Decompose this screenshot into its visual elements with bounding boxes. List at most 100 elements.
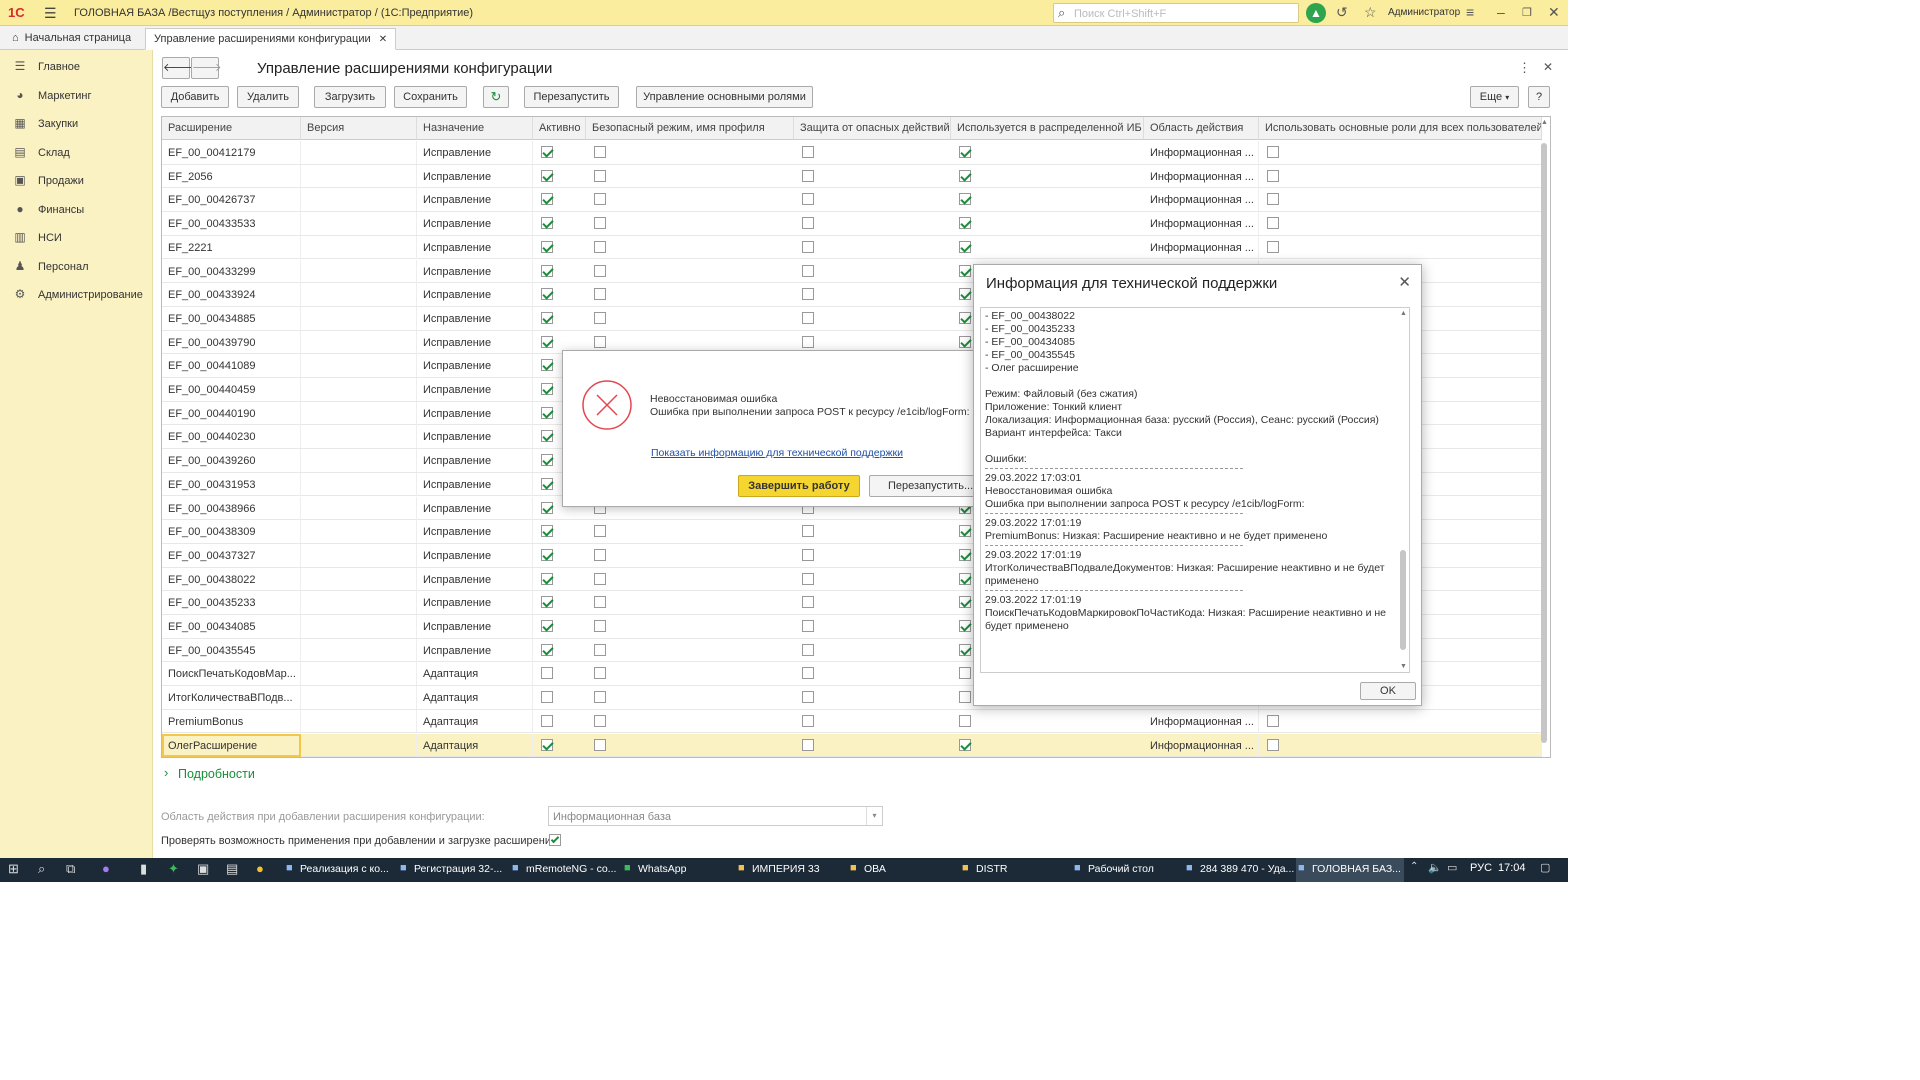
cell-version[interactable] (301, 141, 417, 164)
cell-scope[interactable]: Информационная ... (1144, 733, 1259, 757)
protection-checkbox[interactable] (802, 311, 814, 324)
cell-extension-name[interactable]: EF_00_00426737 (162, 188, 301, 212)
cell-purpose[interactable]: Исправление (417, 141, 533, 164)
distributed-checkbox[interactable] (959, 572, 971, 585)
distributed-checkbox[interactable] (959, 667, 971, 680)
safe-mode-checkbox[interactable] (594, 335, 606, 348)
safe-mode-checkbox[interactable] (594, 311, 606, 324)
sidebar-item-sales[interactable]: ▣ Продажи (0, 167, 153, 195)
cell-extension-name[interactable]: EF_00_00433299 (162, 259, 301, 283)
taskbar-app-button[interactable]: ■ ОВА (848, 858, 956, 882)
distributed-checkbox[interactable] (959, 548, 971, 561)
active-checkbox[interactable] (541, 477, 553, 490)
app-icon[interactable]: ▣ (197, 861, 209, 877)
cell-purpose[interactable]: Исправление (417, 354, 533, 378)
task-view-icon[interactable]: ⧉ (66, 861, 75, 877)
distributed-checkbox[interactable] (959, 620, 971, 632)
cell-extension-name[interactable]: EF_00_00434085 (162, 615, 301, 638)
notifications-icon[interactable]: ▲ (1306, 3, 1326, 23)
scroll-down-icon[interactable]: ▼ (1400, 663, 1407, 670)
details-group[interactable]: Подробности (178, 767, 255, 781)
active-checkbox[interactable] (541, 738, 553, 751)
active-checkbox[interactable] (541, 714, 553, 727)
sidebar-item-reference[interactable]: ▥ НСИ (0, 224, 153, 252)
safe-mode-checkbox[interactable] (594, 169, 606, 182)
search-icon[interactable]: ⌕ (38, 861, 45, 877)
cell-version[interactable] (301, 662, 417, 686)
cell-extension-name[interactable]: EF_00_00433533 (162, 212, 301, 236)
distributed-checkbox[interactable] (959, 596, 971, 609)
cell-extension-name[interactable]: EF_00_00439260 (162, 449, 301, 473)
active-checkbox[interactable] (541, 667, 553, 680)
user-name[interactable]: Администратор (1388, 7, 1460, 18)
protection-checkbox[interactable] (802, 738, 814, 751)
restart-dialog-button[interactable]: Перезапустить... (869, 475, 979, 497)
main-roles-checkbox[interactable] (1267, 146, 1279, 158)
safe-mode-checkbox[interactable] (594, 548, 606, 561)
column-header-purpose[interactable]: Назначение (417, 117, 533, 140)
protection-checkbox[interactable] (802, 714, 814, 727)
cell-extension-name[interactable]: ОлегРасширение (162, 733, 301, 757)
cell-scope[interactable]: Информационная ... (1144, 212, 1259, 236)
help-button[interactable]: ? (1528, 86, 1550, 108)
distributed-checkbox[interactable] (959, 288, 971, 301)
active-checkbox[interactable] (541, 311, 553, 324)
cell-extension-name[interactable]: EF_00_00435233 (162, 591, 301, 615)
sidebar-item-main[interactable]: ☰ Главное (0, 53, 153, 81)
language-indicator[interactable]: РУС (1470, 862, 1492, 874)
cell-scope[interactable]: Информационная ... (1144, 164, 1259, 188)
cell-extension-name[interactable]: EF_00_00438022 (162, 567, 301, 591)
cell-extension-name[interactable]: EF_2056 (162, 164, 301, 188)
protection-checkbox[interactable] (802, 667, 814, 680)
protection-checkbox[interactable] (802, 335, 814, 348)
distributed-checkbox[interactable] (959, 714, 971, 727)
cell-scope[interactable]: Информационная ... (1144, 188, 1259, 212)
sidebar-item-personnel[interactable]: ♟ Персонал (0, 253, 153, 281)
active-checkbox[interactable] (541, 620, 553, 632)
protection-checkbox[interactable] (802, 525, 814, 538)
safe-mode-checkbox[interactable] (594, 217, 606, 230)
text-scrollbar[interactable]: ▲ ▼ (1400, 310, 1407, 670)
scroll-up-icon[interactable]: ▲ (1400, 310, 1407, 317)
column-header-safe-mode[interactable]: Безопасный режим, имя профиля (586, 117, 794, 140)
active-checkbox[interactable] (541, 383, 553, 395)
main-roles-checkbox[interactable] (1267, 738, 1279, 751)
column-header-distributed[interactable]: Используется в распределенной ИБ (951, 117, 1144, 140)
main-roles-checkbox[interactable] (1267, 217, 1279, 230)
cell-version[interactable] (301, 188, 417, 212)
refresh-button[interactable]: ↻ (483, 86, 509, 108)
safe-mode-checkbox[interactable] (594, 240, 606, 253)
clock[interactable]: 17:04 (1498, 862, 1526, 874)
cell-purpose[interactable]: Исправление (417, 472, 533, 496)
protection-checkbox[interactable] (802, 572, 814, 585)
cell-version[interactable] (301, 449, 417, 473)
protection-checkbox[interactable] (802, 691, 814, 704)
safe-mode-checkbox[interactable] (594, 643, 606, 656)
network-icon[interactable]: ▭ (1447, 861, 1457, 874)
favorites-icon[interactable]: ☆ (1364, 4, 1377, 21)
cell-extension-name[interactable]: EF_00_00434885 (162, 306, 301, 330)
cell-scope[interactable]: Информационная ... (1144, 709, 1259, 733)
cell-purpose[interactable]: Исправление (417, 306, 533, 330)
distributed-checkbox[interactable] (959, 738, 971, 751)
distributed-checkbox[interactable] (959, 240, 971, 253)
cell-extension-name[interactable]: EF_00_00441089 (162, 354, 301, 378)
safe-mode-checkbox[interactable] (594, 572, 606, 585)
tab-extensions[interactable]: Управление расширениями конфигурации ✕ (145, 28, 397, 50)
cell-version[interactable] (301, 401, 417, 425)
cell-purpose[interactable]: Исправление (417, 330, 533, 354)
distributed-checkbox[interactable] (959, 643, 971, 656)
check-apply-checkbox[interactable] (549, 834, 561, 846)
details-chevron-icon[interactable]: › (164, 765, 168, 780)
cell-version[interactable] (301, 567, 417, 591)
scope-select[interactable]: Информационная база ▾ (548, 806, 883, 826)
table-row[interactable]: EF_00_00426737 Исправление Информационная … (162, 188, 1542, 213)
settings-menu-icon[interactable]: ≡ (1466, 4, 1474, 20)
safe-mode-checkbox[interactable] (594, 288, 606, 301)
active-checkbox[interactable] (541, 169, 553, 182)
active-checkbox[interactable] (541, 454, 553, 467)
column-header-version[interactable]: Версия (301, 117, 417, 140)
distributed-checkbox[interactable] (959, 193, 971, 206)
app-icon[interactable]: ✦ (168, 861, 179, 877)
cell-purpose[interactable]: Исправление (417, 591, 533, 615)
